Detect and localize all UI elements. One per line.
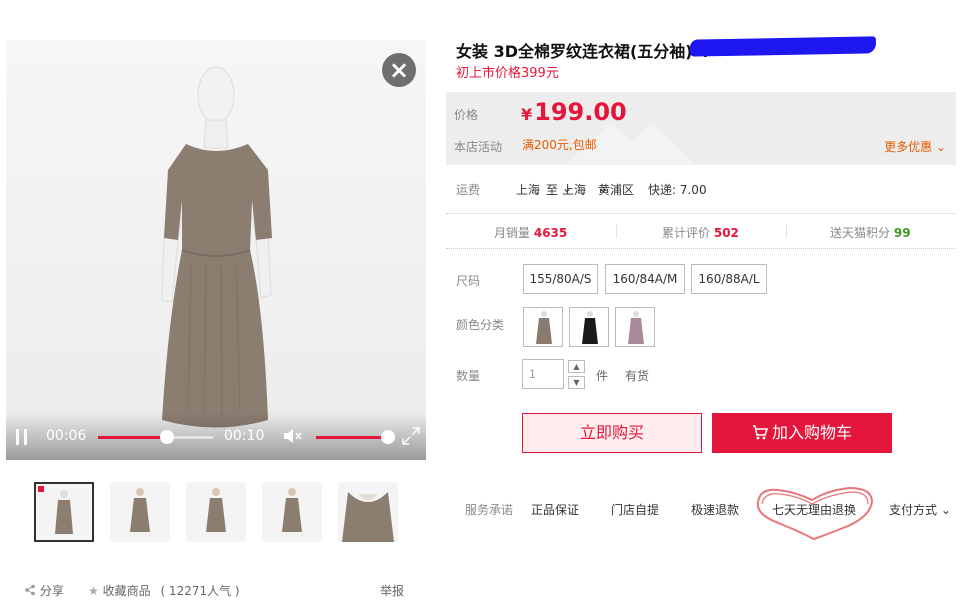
thumbnail-3[interactable] <box>186 482 246 542</box>
product-model-image <box>161 66 272 428</box>
current-time: 00:06 <box>46 428 87 444</box>
thumbnail-4[interactable] <box>262 482 322 542</box>
points-label: 送天猫积分 <box>830 226 891 240</box>
color-swatch-image <box>582 311 598 344</box>
size-option-m[interactable]: 160/84A/M <box>605 264 685 294</box>
thumbnail-image <box>130 488 150 532</box>
price-value: ¥199.00 <box>521 98 627 126</box>
divider <box>616 224 617 238</box>
quantity-increase-button[interactable]: ▲ <box>568 360 585 373</box>
color-option-mauve[interactable] <box>615 307 655 347</box>
share-icon <box>25 584 35 596</box>
monthly-sales-value: 4635 <box>533 226 568 240</box>
fullscreen-icon[interactable] <box>402 427 420 445</box>
monthly-sales-label: 月销量 <box>494 226 531 240</box>
video-controls: 00:06 00:10 <box>6 412 426 460</box>
size-label: 尺码 <box>456 274 481 288</box>
color-label: 颜色分类 <box>456 318 505 332</box>
share-label: 分享 <box>39 584 64 598</box>
add-to-cart-label: 加入购物车 <box>771 423 852 442</box>
mute-icon[interactable] <box>282 427 304 445</box>
favorite-label: 收藏商品 <box>102 584 151 598</box>
thumbnail-1[interactable] <box>34 482 94 542</box>
star-icon: ★ <box>88 584 99 598</box>
quantity-unit: 件 <box>596 369 609 383</box>
duration: 00:10 <box>224 428 265 444</box>
shipping-label: 运费 <box>456 183 481 197</box>
favorite-link[interactable]: ★ 收藏商品 ( 12271人气 ) <box>88 582 240 599</box>
popularity-count: ( 12271人气 ) <box>160 584 240 598</box>
quantity-label: 数量 <box>456 369 481 383</box>
thumbnail-image <box>342 492 394 542</box>
volume-bar[interactable] <box>316 436 388 439</box>
stock-status: 有货 <box>625 369 650 383</box>
color-option-taupe[interactable] <box>523 307 563 347</box>
reviews-value: 502 <box>713 226 739 240</box>
buy-now-button[interactable]: 立即购买 <box>522 413 702 453</box>
service-store-pickup[interactable]: 门店自提 <box>611 501 659 518</box>
pause-icon[interactable] <box>16 429 28 445</box>
services-label: 服务承诺 <box>465 503 514 517</box>
progress-fill <box>98 436 167 439</box>
thumbnail-image <box>206 488 226 532</box>
more-deals-link[interactable]: 更多优惠 ⌄ <box>884 138 946 155</box>
chevron-down-icon: ⌄ <box>598 181 609 195</box>
share-bar: 分享 ★ 收藏商品 ( 12271人气 ) 举报 <box>24 582 408 600</box>
chevron-down-icon: ⌄ <box>562 181 573 195</box>
product-video[interactable]: 00:06 00:10 <box>6 40 426 460</box>
progress-handle[interactable] <box>160 430 174 444</box>
add-to-cart-button[interactable]: 加入购物车 <box>712 413 892 453</box>
color-swatch-image <box>628 311 644 344</box>
shipping-row: 运费 上海 至 上海 ⌄ 黄浦区 ⌄ 快递: 7.00 <box>456 181 956 199</box>
tmall-points: 送天猫积分 99 <box>830 224 911 241</box>
price-amount: 199.00 <box>534 98 627 126</box>
points-value: 99 <box>893 226 911 240</box>
monthly-sales: 月销量 4635 <box>494 224 567 241</box>
size-option-l[interactable]: 160/88A/L <box>691 264 767 294</box>
color-swatch-image <box>536 311 552 344</box>
promo-label: 本店活动 <box>454 140 503 154</box>
share-link[interactable]: 分享 <box>24 582 64 599</box>
product-subtitle: 初上市价格399元 <box>456 66 559 81</box>
express-fee: 快递: 7.00 <box>648 183 707 197</box>
chevron-down-icon: ⌄ <box>937 503 951 517</box>
chevron-down-icon: ⌄ <box>932 140 946 154</box>
reviews-label: 累计评价 <box>662 226 711 240</box>
color-option-black[interactable] <box>569 307 609 347</box>
thumbnail-image <box>282 488 302 532</box>
price-label: 价格 <box>454 108 479 122</box>
payment-label: 支付方式 <box>889 503 938 517</box>
quantity-input[interactable] <box>522 359 564 389</box>
cart-icon <box>752 425 768 440</box>
ship-from: 上海 <box>516 183 541 197</box>
more-deals-label: 更多优惠 <box>884 140 933 154</box>
close-video-button[interactable]: × <box>382 53 416 87</box>
thumbnail-2[interactable] <box>110 482 170 542</box>
currency-symbol: ¥ <box>521 105 533 124</box>
ship-to-word: 至 <box>546 183 559 197</box>
divider <box>786 224 787 238</box>
reviews[interactable]: 累计评价 502 <box>662 224 739 241</box>
redaction-mark <box>689 36 877 57</box>
size-option-s[interactable]: 155/80A/S <box>523 264 598 294</box>
quantity-decrease-button[interactable]: ▼ <box>568 376 585 389</box>
stats-row: 月销量 4635 累计评价 502 送天猫积分 99 <box>446 213 956 249</box>
product-title: 女装 3D全棉罗纹连衣裙(五分袖) 4 <box>456 42 710 61</box>
price-panel: 价格 ¥199.00 本店活动 满200元,包邮 更多优惠 ⌄ <box>446 92 956 165</box>
payment-methods-dropdown[interactable]: 支付方式 ⌄ <box>889 501 951 518</box>
report-link[interactable]: 举报 <box>380 582 404 599</box>
service-genuine[interactable]: 正品保证 <box>531 501 579 518</box>
volume-fill <box>316 436 388 439</box>
heart-annotation <box>756 486 874 540</box>
video-badge-icon <box>38 486 44 492</box>
volume-handle[interactable] <box>381 430 395 444</box>
service-fast-refund[interactable]: 极速退款 <box>691 501 739 518</box>
promo-value: 满200元,包邮 <box>522 138 597 152</box>
thumbnail-5[interactable] <box>338 482 398 542</box>
progress-bar[interactable] <box>98 436 213 439</box>
thumbnail-image <box>55 490 73 534</box>
